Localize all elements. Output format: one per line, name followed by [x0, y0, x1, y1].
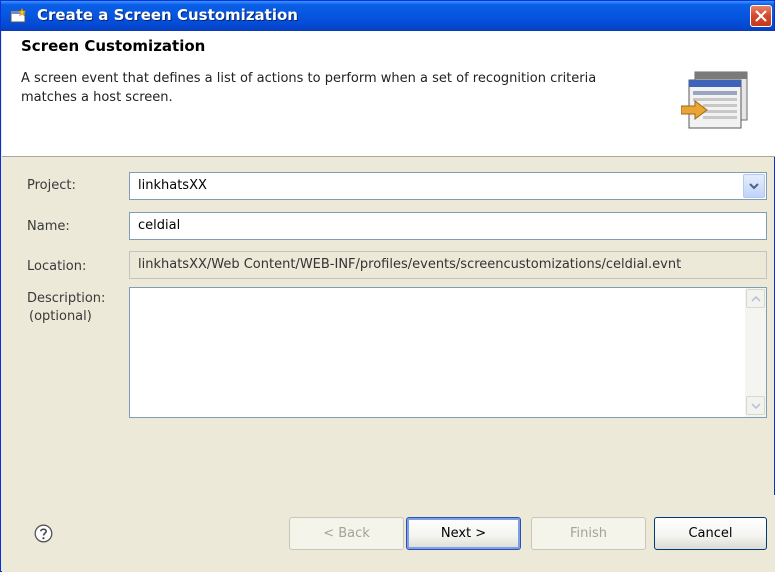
location-field: linkhatsXX/Web Content/WEB-INF/profiles/…	[129, 251, 767, 279]
location-label: Location:	[27, 259, 87, 274]
back-button[interactable]: < Back	[289, 517, 404, 550]
name-label: Name:	[27, 219, 70, 234]
project-label: Project:	[27, 178, 76, 193]
banner-description: A screen event that defines a list of ac…	[21, 71, 597, 105]
project-combo[interactable]: linkhatsXX	[129, 172, 767, 200]
scroll-up-button[interactable]	[746, 289, 765, 308]
project-dropdown-button[interactable]	[743, 174, 765, 198]
window-title: Create a Screen Customization	[37, 6, 298, 24]
description-optional-label: (optional)	[29, 309, 92, 324]
chevron-up-icon	[751, 296, 761, 302]
description-scrollbar[interactable]	[745, 288, 766, 417]
project-value: linkhatsXX	[138, 178, 207, 193]
description-label: Description:	[27, 291, 106, 306]
finish-button[interactable]: Finish	[531, 517, 646, 550]
close-icon	[755, 10, 767, 22]
wizard-icon	[10, 7, 28, 24]
cancel-button[interactable]: Cancel	[654, 517, 767, 550]
close-button[interactable]	[750, 5, 772, 27]
banner-title: Screen Customization	[21, 37, 206, 55]
name-field[interactable]: celdial	[129, 212, 767, 240]
next-button[interactable]: Next >	[406, 517, 521, 550]
help-icon[interactable]	[34, 524, 53, 543]
scroll-down-button[interactable]	[746, 396, 765, 415]
title-bar[interactable]: Create a Screen Customization	[1, 1, 774, 31]
wizard-dialog: Create a Screen Customization Screen Cus…	[0, 0, 775, 572]
wizard-footer: < Back Next > Finish Cancel	[2, 495, 775, 572]
chevron-down-icon	[751, 403, 761, 409]
screen-customization-graphic	[680, 70, 751, 136]
description-textarea[interactable]	[129, 287, 767, 418]
wizard-form: Project: linkhatsXX Name: celdial Locati…	[1, 158, 775, 495]
chevron-down-icon	[749, 183, 759, 190]
